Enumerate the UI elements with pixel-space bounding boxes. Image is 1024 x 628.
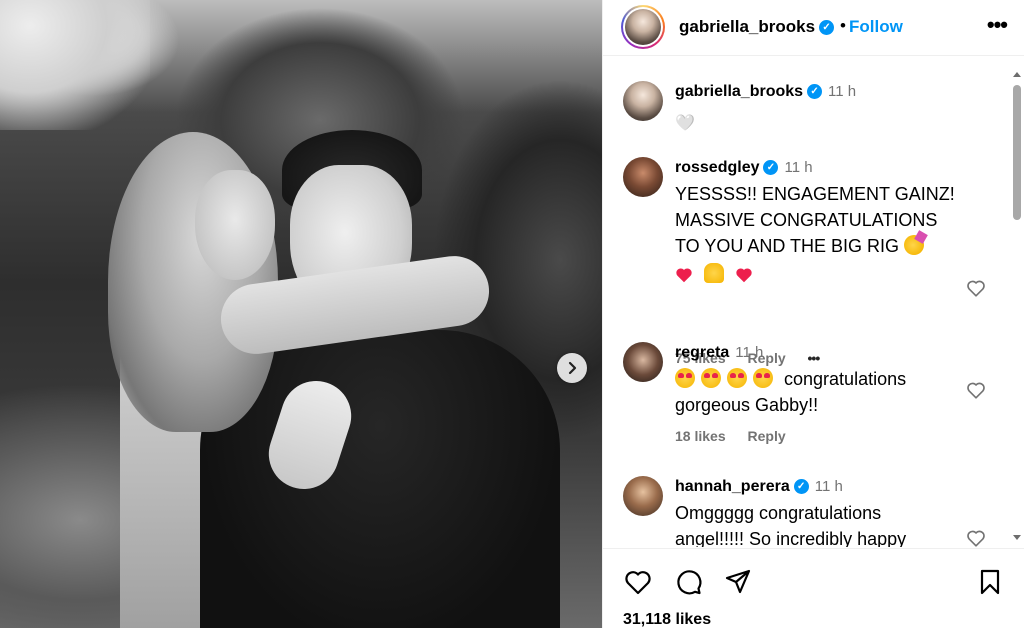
- comments-list: gabriella_brooks ✓ 11 h 🤍 rossedgley ✓ 11 h …: [603, 57, 1011, 547]
- post-actions: 31,118 likes: [603, 548, 1024, 628]
- avatar[interactable]: [623, 342, 663, 382]
- comment-time: 11 h: [784, 159, 813, 176]
- comment-time: 11 h: [735, 344, 764, 361]
- comment-text-line: congratulations: [675, 366, 965, 392]
- story-ring[interactable]: [621, 5, 665, 49]
- caption-time: 11 h: [828, 83, 857, 100]
- verified-badge-icon: ✓: [763, 160, 779, 176]
- comment-text-line: YESSSS!! ENGAGEMENT GAINZ!: [675, 184, 955, 204]
- comment-emoji-line: [675, 261, 965, 287]
- comment-username: regreta 11 h: [675, 344, 763, 362]
- photo-woman-face: [195, 170, 275, 280]
- avatar[interactable]: [623, 157, 663, 197]
- caption-username-text[interactable]: gabriella_brooks: [675, 83, 803, 100]
- scroll-up-arrow-icon[interactable]: [1013, 72, 1021, 77]
- comment-text: congratulations gorgeous Gabby!!: [675, 366, 965, 418]
- post-photo[interactable]: [0, 0, 602, 628]
- scroll-down-arrow-icon[interactable]: [1013, 535, 1021, 540]
- caption-username: gabriella_brooks ✓ 11 h: [675, 83, 856, 101]
- partying-face-icon: [904, 235, 925, 255]
- comment-text-line: Omggggg congratulations: [675, 503, 882, 523]
- verified-badge-icon: ✓: [793, 479, 809, 495]
- red-heart-icon: [676, 268, 692, 283]
- follow-button[interactable]: Follow: [849, 17, 903, 37]
- comment-text-line: angel!!!!! So incredibly happy: [675, 529, 907, 547]
- post-side-panel: gabriella_brooks ✓ • Follow ••• gabriella…: [602, 0, 1024, 628]
- comments-scrollbar[interactable]: [1010, 60, 1021, 548]
- heart-eyes-icon: [675, 368, 695, 388]
- comment-username-text[interactable]: rossedgley: [675, 159, 759, 176]
- avatar[interactable]: [623, 81, 663, 121]
- avatar[interactable]: [623, 476, 663, 516]
- heart-eyes-icon: [753, 368, 773, 388]
- verified-badge-icon: ✓: [819, 20, 835, 36]
- post-header: gabriella_brooks ✓ • Follow •••: [603, 0, 1024, 56]
- comment-text-line: gorgeous Gabby!!: [675, 395, 819, 415]
- comment-meta: 18 likes Reply: [675, 428, 804, 444]
- paper-plane-icon[interactable]: [723, 567, 753, 597]
- heart-eyes-icon: [701, 368, 721, 388]
- likes-count[interactable]: 31,118 likes: [623, 611, 711, 628]
- heart-eyes-icon: [727, 368, 747, 388]
- more-options-button[interactable]: •••: [987, 12, 1008, 38]
- comment-time: 11 h: [814, 478, 843, 495]
- header-username[interactable]: gabriella_brooks ✓: [679, 17, 835, 37]
- reply-button[interactable]: Reply: [748, 428, 786, 444]
- comment-text-line: TO YOU AND THE BIG RIG: [675, 233, 965, 259]
- chevron-right-icon: [568, 361, 577, 375]
- comment-text-part: TO YOU AND THE BIG RIG: [675, 236, 900, 256]
- scroll-thumb[interactable]: [1013, 85, 1021, 220]
- heart-outline-icon[interactable]: [623, 567, 653, 597]
- verified-badge-icon: ✓: [807, 84, 823, 100]
- comment-username: rossedgley ✓ 11 h: [675, 159, 813, 177]
- heart-outline-icon[interactable]: [965, 527, 987, 547]
- comment-icon[interactable]: [673, 567, 703, 597]
- comment-username: hannah_perera ✓ 11 h: [675, 478, 843, 496]
- caption-text: 🤍: [675, 109, 965, 137]
- comment-likes[interactable]: 18 likes: [675, 428, 726, 444]
- red-heart-icon: [736, 268, 752, 283]
- comment-more-button[interactable]: •••: [808, 350, 821, 366]
- photo-sky: [0, 0, 150, 130]
- comment-text: Omggggg congratulations angel!!!!! So in…: [675, 500, 965, 547]
- comment-username-text[interactable]: regreta: [675, 344, 729, 361]
- bookmark-icon[interactable]: [975, 567, 1005, 597]
- caption-emoji: 🤍: [675, 115, 695, 132]
- heart-outline-icon[interactable]: [965, 379, 987, 401]
- comment-text: YESSSS!! ENGAGEMENT GAINZ! MASSIVE CONGR…: [675, 181, 965, 287]
- heart-outline-icon[interactable]: [965, 277, 987, 299]
- next-photo-button[interactable]: [557, 353, 587, 383]
- header-separator: •: [840, 16, 846, 35]
- comment-text-line: MASSIVE CONGRATULATIONS: [675, 210, 938, 230]
- header-username-text[interactable]: gabriella_brooks: [679, 17, 815, 36]
- comment-username-text[interactable]: hannah_perera: [675, 478, 790, 495]
- comment-text-part: congratulations: [784, 369, 907, 389]
- avatar: [625, 9, 661, 45]
- raising-hands-icon: [704, 263, 725, 283]
